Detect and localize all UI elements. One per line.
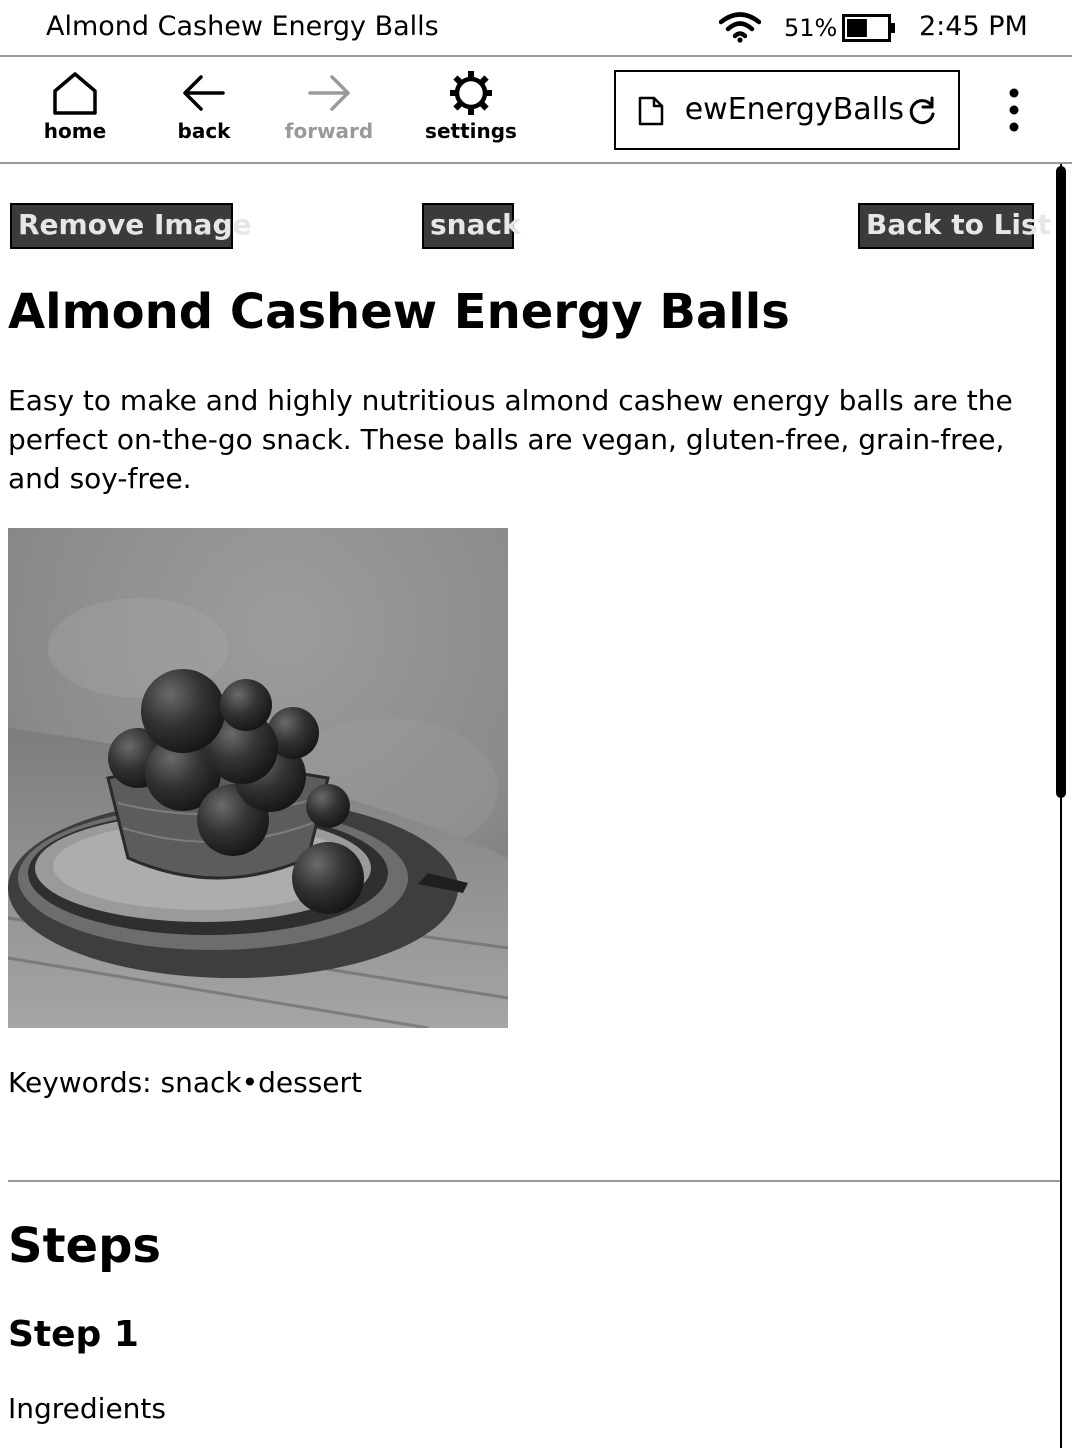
scrollbar-thumb[interactable]	[1056, 166, 1066, 798]
back-to-list-button[interactable]: Back to List	[858, 203, 1051, 249]
home-icon	[53, 72, 97, 115]
section-divider	[8, 1180, 1060, 1182]
document-icon	[638, 96, 664, 126]
recipe-photo	[8, 528, 508, 1028]
step-1-heading: Step 1	[8, 1314, 139, 1355]
clock: 2:45 PM	[919, 11, 1028, 42]
page-title: Almond Cashew Energy Balls	[8, 284, 790, 340]
ingredients-label: Ingredients	[8, 1392, 166, 1425]
url-text[interactable]: AlmondCashewEnergyBalls	[684, 92, 904, 127]
steps-heading: Steps	[8, 1218, 161, 1274]
back-button[interactable]: back	[165, 71, 243, 143]
battery-icon	[842, 14, 895, 42]
forward-label: forward	[284, 119, 374, 143]
page-content: Remove Image snack Back to List Almond C…	[0, 164, 1060, 1448]
battery-percentage: 51%	[784, 14, 838, 42]
remove-image-button[interactable]: Remove Image	[10, 203, 251, 249]
back-arrow-icon	[183, 75, 225, 111]
back-label: back	[177, 119, 231, 143]
status-bar: Almond Cashew Energy Balls 51% 2:45 PM	[0, 0, 1072, 57]
keywords: Keywords: snack•dessert	[8, 1066, 363, 1099]
status-bar-title: Almond Cashew Energy Balls	[46, 11, 439, 42]
home-label: home	[43, 119, 107, 143]
snack-tag-button[interactable]: snack	[422, 203, 521, 249]
more-vertical-icon[interactable]	[1000, 85, 1028, 135]
home-button[interactable]: home	[36, 71, 114, 143]
forward-arrow-icon	[308, 75, 350, 111]
wifi-icon	[719, 12, 761, 43]
address-bar[interactable]: AlmondCashewEnergyBalls	[614, 70, 960, 150]
settings-label: settings	[425, 119, 517, 143]
forward-button[interactable]: forward	[282, 71, 376, 143]
settings-button[interactable]: settings	[424, 71, 518, 143]
recipe-description: Easy to make and highly nutritious almon…	[8, 384, 1013, 495]
browser-toolbar: home back forward settings ewEnergyBalls	[0, 57, 1072, 164]
gear-icon	[450, 71, 492, 115]
reload-icon[interactable]	[906, 96, 938, 128]
